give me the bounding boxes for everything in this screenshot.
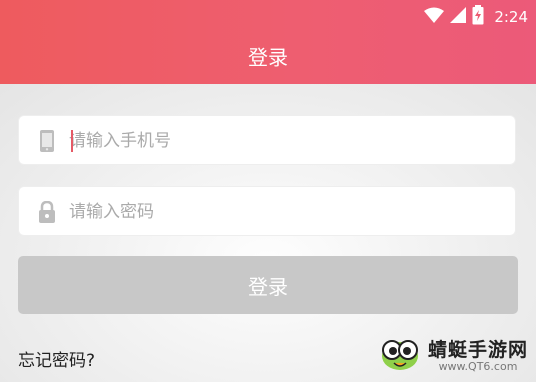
login-button[interactable]: 登录 [18,256,518,314]
watermark-logo: 蜻蜓手游网 www.QT6.com [378,336,528,376]
phone-input[interactable] [67,116,491,166]
phone-icon [37,129,57,153]
app-header: 2:24 登录 [0,0,536,84]
password-field[interactable] [18,186,516,237]
status-time: 2:24 [494,8,528,26]
password-input[interactable] [67,187,491,237]
text-cursor [71,130,73,152]
signal-icon [450,7,467,27]
watermark-title: 蜻蜓手游网 [427,339,528,361]
watermark-url: www.QT6.com [438,360,518,373]
status-bar: 2:24 [424,5,528,29]
dragonfly-mascot-icon [378,336,422,376]
battery-charging-icon [472,5,484,29]
forgot-password-link[interactable]: 忘记密码? [18,346,95,371]
phone-field[interactable] [18,115,516,166]
page-title: 登录 [248,45,288,70]
lock-icon [37,200,57,224]
wifi-icon [424,7,445,27]
